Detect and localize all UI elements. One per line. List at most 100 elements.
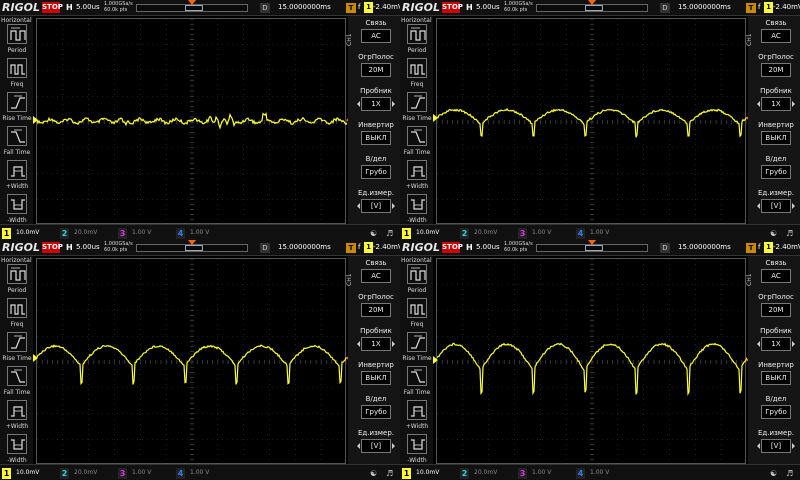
channel-tab[interactable]: CH1 [746,270,754,290]
delay-value[interactable]: 15.0000000ms [678,3,731,11]
memory-position-bar[interactable] [136,4,248,12]
delay-value[interactable]: 15.0000000ms [278,3,331,11]
ch1-offset-marker[interactable] [433,114,438,122]
channel-menu-item[interactable]: Пробник 1X [755,87,797,115]
channel-1-badge[interactable]: 1 [402,228,411,239]
timebase-value[interactable]: 5.00us [76,243,100,251]
memory-position-bar[interactable] [536,244,648,252]
arrow-right-icon [392,443,395,449]
channel-menu-item[interactable]: Пробник 1X [355,87,397,115]
channel-1-badge[interactable]: 1 [2,468,11,479]
measure-item-label: Fall Time [3,149,31,156]
memory-position-bar[interactable] [136,244,248,252]
arrow-left-icon [757,341,760,347]
channel-menu-item[interactable]: Пробник 1X [755,327,797,355]
channel-menu-item[interactable]: Пробник 1X [355,327,397,355]
channel-2-badge[interactable]: 2 [60,468,69,479]
channel-2-scale[interactable]: 20.0mV [74,469,97,476]
channel-menu-item[interactable]: ОгрПолос 20M [755,293,797,321]
channel-menu-value: AC [361,29,391,43]
period-icon [407,264,427,284]
measure-item-label: Fall Time [403,149,431,156]
arrow-left-icon [357,101,360,107]
channel-menu-item[interactable]: Ед.измер. [V] [355,429,397,457]
channel-tab[interactable]: CH1 [746,30,754,50]
channel-1-scale[interactable]: 10.0mV [416,469,439,476]
channel-menu-item[interactable]: Связь AC [755,259,797,287]
channel-2-badge[interactable]: 2 [460,468,469,479]
channel-2-badge[interactable]: 2 [60,228,69,239]
channel-2-badge[interactable]: 2 [460,228,469,239]
trigger-level[interactable]: -2.40mV [373,243,400,251]
channel-menu-item[interactable]: Ед.измер. [V] [355,189,397,217]
channel-menu-title: Ед.измер. [357,189,394,197]
channel-menu-item[interactable]: В/дел Грубо [355,155,397,183]
channel-menu-item[interactable]: Связь AC [355,259,397,287]
channel-4-scale[interactable]: 1.00 V [190,469,209,476]
channel-3-scale[interactable]: 1.00 V [132,229,151,236]
channel-menu-item[interactable]: Ед.измер. [V] [755,429,797,457]
channel-2-scale[interactable]: 20.0mV [474,469,497,476]
channel-1-scale[interactable]: 10.0mV [16,229,39,236]
channel-3-badge[interactable]: 3 [118,468,127,479]
timebase-value[interactable]: 5.00us [76,3,100,11]
channel-3-badge[interactable]: 3 [518,228,527,239]
channel-4-badge[interactable]: 4 [576,228,585,239]
channel-menu-item[interactable]: Инвертир ВЫКЛ [355,361,397,389]
channel-menu-item[interactable]: Связь AC [755,19,797,47]
channel-2-scale[interactable]: 20.0mV [474,229,497,236]
channel-tab[interactable]: CH1 [346,270,354,290]
ch1-offset-marker[interactable] [433,356,438,364]
run-status-badge[interactable]: STOP [42,242,63,253]
run-status-badge[interactable]: STOP [442,2,463,13]
run-status-badge[interactable]: STOP [42,2,63,13]
measure-item-label: +Width [405,183,429,190]
channel-3-badge[interactable]: 3 [518,468,527,479]
channel-menu-item[interactable]: Инвертир ВЫКЛ [355,121,397,149]
channel-3-scale[interactable]: 1.00 V [532,469,551,476]
rigol-logo: RIGOL [2,241,40,254]
channel-1-scale[interactable]: 10.0mV [416,229,439,236]
channel-menu-item[interactable]: В/дел Грубо [755,155,797,183]
channel-3-scale[interactable]: 1.00 V [132,469,151,476]
channel-4-scale[interactable]: 1.00 V [590,229,609,236]
channel-4-badge[interactable]: 4 [176,228,185,239]
memory-position-bar[interactable] [536,4,648,12]
channel-tab[interactable]: CH1 [346,30,354,50]
channel-3-badge[interactable]: 3 [118,228,127,239]
channel-menu-item[interactable]: В/дел Грубо [355,395,397,423]
channel-menu-item[interactable]: Связь AC [355,19,397,47]
waveform-grid[interactable] [436,18,747,225]
trigger-level[interactable]: -2.40mV [773,3,800,11]
timebase-value[interactable]: 5.00us [476,243,500,251]
ch1-offset-marker[interactable] [33,354,38,362]
run-status-badge[interactable]: STOP [442,242,463,253]
channel-menu-item[interactable]: ОгрПолос 20M [755,53,797,81]
channel-1-scale[interactable]: 10.0mV [16,469,39,476]
channel-menu-item[interactable]: Инвертир ВЫКЛ [755,121,797,149]
channel-2-scale[interactable]: 20.0mV [74,229,97,236]
channel-menu-item[interactable]: ОгрПолос 20M [355,53,397,81]
channel-menu-item[interactable]: ОгрПолос 20M [355,293,397,321]
channel-4-scale[interactable]: 1.00 V [190,229,209,236]
delay-value[interactable]: 15.0000000ms [278,243,331,251]
channel-4-badge[interactable]: 4 [176,468,185,479]
ch1-offset-marker[interactable] [33,116,38,124]
waveform-grid[interactable] [436,258,747,465]
trigger-level[interactable]: -2.40mV [373,3,400,11]
waveform-grid[interactable] [36,258,347,465]
channel-1-badge[interactable]: 1 [402,468,411,479]
channel-4-badge[interactable]: 4 [576,468,585,479]
channel-1-badge[interactable]: 1 [2,228,11,239]
timebase-value[interactable]: 5.00us [476,3,500,11]
channel-menu-item[interactable]: В/дел Грубо [755,395,797,423]
scope-screen-3: RIGOL STOP H 5.00us 1.000GSa/s 60.0k pts… [0,240,400,480]
delay-value[interactable]: 15.0000000ms [678,243,731,251]
channel-4-scale[interactable]: 1.00 V [590,469,609,476]
trigger-level[interactable]: -2.40mV [773,243,800,251]
channel-menu-item[interactable]: Ед.измер. [V] [755,189,797,217]
channel-3-scale[interactable]: 1.00 V [532,229,551,236]
waveform-grid[interactable] [36,18,347,225]
channel-menu-item[interactable]: Инвертир ВЫКЛ [755,361,797,389]
measure-menu-title: Horizontal [1,17,32,24]
